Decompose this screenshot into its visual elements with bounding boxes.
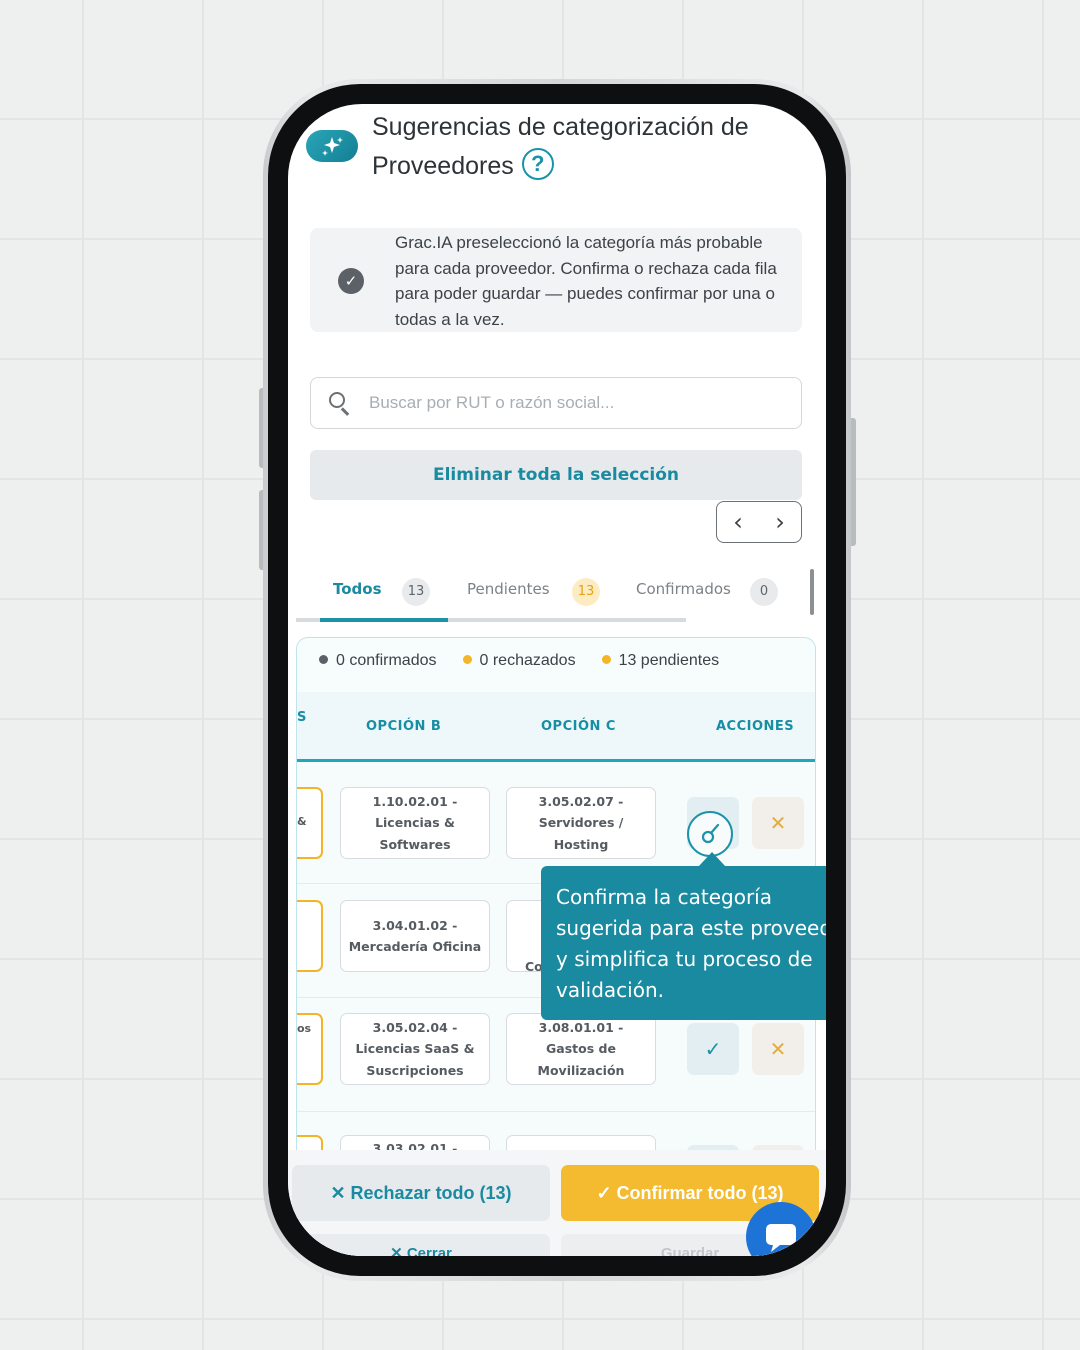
tab-active-indicator — [320, 618, 448, 622]
legend-pending: 13 pendientes — [601, 652, 720, 670]
column-header-opcion-b: OPCIÓN B — [366, 719, 442, 734]
legend-pending-text: 13 pendientes — [618, 652, 720, 669]
sparkles-icon — [306, 130, 358, 162]
search-icon — [329, 392, 351, 416]
legend-rejected: 0 rechazados — [462, 652, 576, 670]
row-separator — [297, 1111, 815, 1112]
tab-pendientes-count: 13 — [572, 578, 600, 606]
legend-rejected-text: 0 rechazados — [479, 652, 576, 669]
tooltip-line: sugerida para este proveedor — [556, 916, 826, 940]
search-box — [310, 377, 802, 429]
confirm-row-button[interactable]: ✓ — [687, 1023, 739, 1075]
category-option-a-text: & — [297, 815, 307, 828]
rejected-dot — [462, 655, 472, 664]
tab-todos[interactable]: Todos — [333, 580, 382, 598]
tooltip-line: validación. — [556, 978, 664, 1002]
confirmed-dot — [319, 655, 328, 664]
search-input[interactable] — [369, 393, 769, 413]
reject-row-button[interactable]: ✕ — [752, 1023, 804, 1075]
chevron-right-icon[interactable]: › — [775, 510, 785, 534]
column-pager: ‹ › — [716, 501, 802, 543]
tab-confirmados[interactable]: Confirmados — [636, 580, 731, 598]
chevron-left-icon[interactable]: ‹ — [733, 510, 743, 534]
category-option-b[interactable]: 1.10.02.01 - Licencias & Softwares — [340, 787, 490, 859]
clear-selection-button[interactable]: Eliminar toda la selección — [310, 450, 802, 500]
info-banner: ✓ Grac.IA preseleccionó la categoría más… — [310, 228, 802, 332]
check-icon: ✓ — [704, 1037, 722, 1061]
category-option-c[interactable]: 3.08.01.01 - Gastos de Movilización — [506, 1013, 656, 1085]
phone-frame: Sugerencias de categorización de Proveed… — [263, 79, 851, 1281]
category-option-a-text: os — [297, 1022, 312, 1035]
reject-all-button[interactable]: ✕ Rechazar todo (13) — [292, 1165, 550, 1221]
tab-pendientes[interactable]: Pendientes — [467, 580, 550, 598]
status-legend: 0 confirmados 0 rechazados 13 pendientes — [319, 652, 719, 670]
category-option-a[interactable] — [297, 900, 323, 972]
info-text: Grac.IA preseleccionó la categoría más p… — [395, 233, 777, 330]
tooltip-line: Confirma la categoría — [556, 885, 772, 909]
close-icon: ✕ — [769, 811, 787, 835]
legend-confirmed-text: 0 confirmados — [336, 652, 437, 669]
reject-row-button[interactable]: ✕ — [752, 797, 804, 849]
column-header-opcion-c: OPCIÓN C — [541, 719, 616, 734]
check-circle-icon: ✓ — [338, 268, 364, 294]
status-tabs: Todos 13 Pendientes 13 Confirmados 0 — [296, 569, 816, 622]
pending-dot — [601, 655, 611, 664]
table-header: S OPCIÓN B OPCIÓN C ACCIONES — [297, 692, 815, 762]
page-title: Sugerencias de categorización de Proveed… — [372, 108, 812, 186]
column-header-partial: S — [297, 710, 307, 725]
tab-scrollbar[interactable] — [810, 569, 814, 615]
category-option-c[interactable]: 3.05.02.07 - Servidores / Hosting — [506, 787, 656, 859]
tab-confirmados-count: 0 — [750, 578, 778, 606]
phone-bezel: Sugerencias de categorización de Proveed… — [268, 84, 846, 1276]
cursor-pointer-icon — [687, 811, 733, 857]
question-circle-icon[interactable]: ? — [521, 148, 554, 181]
column-header-acciones: ACCIONES — [716, 719, 795, 734]
page-title-text: Sugerencias de categorización de Proveed… — [372, 113, 749, 180]
legend-confirmed: 0 confirmados — [319, 652, 437, 670]
close-icon: ✕ — [769, 1037, 787, 1061]
tab-todos-count: 13 — [402, 578, 430, 606]
onboarding-tooltip: Confirma la categoría sugerida para este… — [541, 866, 826, 1020]
tooltip-arrow — [698, 852, 726, 867]
tooltip-line: y simplifica tu proceso de — [556, 947, 813, 971]
category-option-b[interactable]: 3.05.02.04 - Licencias SaaS & Suscripcio… — [340, 1013, 490, 1085]
phone-screen: Sugerencias de categorización de Proveed… — [288, 104, 826, 1256]
close-button[interactable]: ✕ Cerrar — [292, 1234, 550, 1256]
category-option-b[interactable]: 3.04.01.02 - Mercadería Oficina — [340, 900, 490, 972]
